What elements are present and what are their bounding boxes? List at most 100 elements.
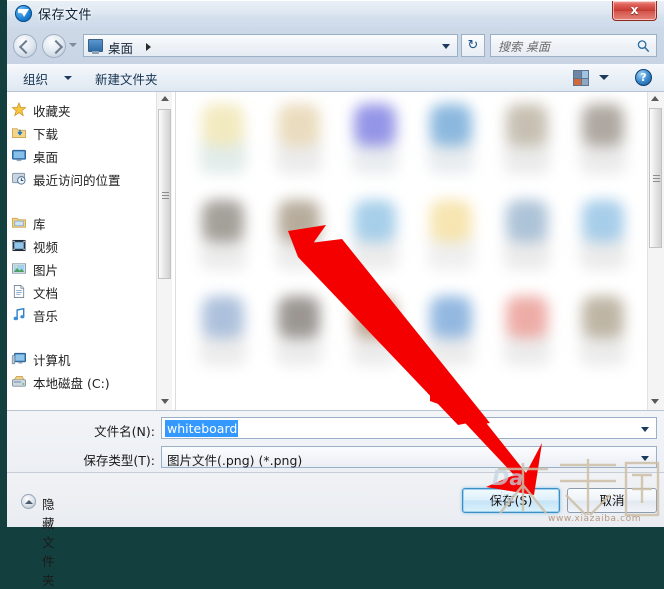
- document-page-icon: [13, 284, 25, 299]
- grip-line: [653, 175, 660, 176]
- thumbnail-image: [506, 296, 548, 338]
- chevron-down-icon[interactable]: [64, 76, 72, 80]
- filename-chevron-down-icon[interactable]: [641, 427, 649, 432]
- search-input[interactable]: 搜索 桌面: [490, 34, 657, 57]
- organize-menu-button[interactable]: 组织: [23, 69, 48, 88]
- help-question-icon[interactable]: ?: [635, 69, 652, 86]
- save-form: 文件名(N): whiteboard 保存类型(T): 图片文件(.png) (…: [7, 410, 664, 472]
- collapse-up-icon: [21, 494, 36, 509]
- app-title-icon: [15, 5, 32, 22]
- downloads-folder-icon: [12, 128, 26, 139]
- filename-value[interactable]: whiteboard: [165, 420, 239, 437]
- view-cell: [574, 78, 581, 85]
- file-thumbnail[interactable]: [186, 290, 262, 386]
- view-dropdown-chevron-down-icon[interactable]: [599, 75, 609, 80]
- thumbnail-image: [278, 296, 320, 338]
- address-bar[interactable]: 桌面: [83, 34, 458, 57]
- sidebar-scrollbar-thumb[interactable]: [158, 109, 171, 279]
- filetype-value: 图片文件(.png) (*.png): [167, 453, 303, 468]
- file-thumbnail[interactable]: [566, 194, 642, 290]
- file-thumbnail[interactable]: [338, 194, 414, 290]
- grip-line: [653, 178, 660, 179]
- desktop-monitor-icon: [12, 149, 26, 162]
- cancel-button[interactable]: 取消: [567, 488, 657, 513]
- refresh-button[interactable]: ↻: [461, 34, 485, 57]
- pictures-image-icon: [12, 263, 26, 274]
- thumbnail-image: [202, 104, 244, 146]
- back-arrow-icon: [18, 39, 34, 55]
- file-thumbnail-grid[interactable]: [186, 98, 644, 410]
- filetype-select[interactable]: 图片文件(.png) (*.png): [161, 446, 657, 468]
- grip-line: [162, 195, 169, 196]
- watermark-site-label: www.xiazaiba.com: [548, 514, 642, 524]
- sidebar-item-label: 桌面: [33, 150, 59, 165]
- file-thumbnail[interactable]: [186, 98, 262, 194]
- music-note-icon: [13, 307, 25, 321]
- file-list-pane[interactable]: [175, 92, 664, 410]
- thumbnail-image: [430, 296, 472, 338]
- file-thumbnail[interactable]: [414, 194, 490, 290]
- filepane-scroll-down-arrow-icon[interactable]: [651, 399, 659, 404]
- thumbnail-image: [202, 200, 244, 242]
- file-thumbnail[interactable]: [338, 98, 414, 194]
- title-bar[interactable]: 保存文件 x: [7, 0, 664, 28]
- file-thumbnail[interactable]: [262, 290, 338, 386]
- thumbnail-image: [506, 200, 548, 242]
- thumbnail-image: [278, 200, 320, 242]
- thumbnail-image: [430, 104, 472, 146]
- forward-button[interactable]: [42, 34, 66, 58]
- file-thumbnail[interactable]: [566, 98, 642, 194]
- file-thumbnail[interactable]: [262, 98, 338, 194]
- file-thumbnail[interactable]: [414, 290, 490, 386]
- file-thumbnail[interactable]: [414, 98, 490, 194]
- chevron-right-icon[interactable]: [146, 43, 151, 51]
- close-button[interactable]: x: [612, 1, 657, 21]
- search-icon: [637, 40, 650, 53]
- filename-label: 文件名(N):: [94, 424, 155, 439]
- history-dropdown-icon[interactable]: [69, 43, 77, 47]
- breadcrumb-desktop[interactable]: 桌面: [108, 38, 133, 57]
- file-thumbnail[interactable]: [262, 194, 338, 290]
- sidebar-item-label: 库: [33, 217, 46, 232]
- filename-input[interactable]: whiteboard: [161, 417, 657, 439]
- file-thumbnail[interactable]: [490, 290, 566, 386]
- desktop-monitor-icon: [88, 39, 103, 54]
- sidebar-item-label: 下载: [33, 127, 59, 142]
- new-folder-button[interactable]: 新建文件夹: [95, 69, 158, 88]
- thumbnail-image: [506, 104, 548, 146]
- filetype-chevron-down-icon[interactable]: [641, 456, 649, 461]
- chevron-down-icon[interactable]: [442, 44, 450, 49]
- save-button[interactable]: 保存(S): [462, 488, 560, 513]
- view-grid-icon[interactable]: [573, 70, 589, 86]
- recent-places-icon: [12, 172, 26, 185]
- grip-line: [162, 198, 169, 199]
- thumbnail-image: [202, 296, 244, 338]
- sidebar-item-label: 最近访问的位置: [33, 173, 121, 188]
- file-thumbnail[interactable]: [338, 290, 414, 386]
- sidebar-item-label: 收藏夹: [33, 104, 71, 119]
- library-folder-icon: [12, 217, 26, 228]
- file-thumbnail[interactable]: [186, 194, 262, 290]
- sidebar-scroll-down-arrow-icon[interactable]: [161, 399, 169, 404]
- star-icon: [11, 102, 27, 117]
- filepane-scrollbar-thumb[interactable]: [649, 108, 662, 248]
- file-thumbnail[interactable]: [490, 194, 566, 290]
- thumbnail-image: [582, 296, 624, 338]
- navigation-sidebar[interactable]: 收藏夹 下载 桌面 最近访问的位置 库 视频 图片 文档 音乐 计算机 本地磁盘…: [7, 92, 175, 410]
- file-thumbnail[interactable]: [566, 290, 642, 386]
- save-file-dialog: 保存文件 x 桌面 ↻ 搜索 桌面 组织 新建文件夹 ? 收藏夹 下载 桌面 最…: [7, 0, 664, 588]
- window-title: 保存文件: [38, 8, 93, 23]
- navigation-bar: 桌面 ↻ 搜索 桌面: [7, 28, 664, 64]
- thumbnail-image: [582, 200, 624, 242]
- view-cell: [581, 71, 588, 78]
- sidebar-scroll-up-arrow-icon[interactable]: [161, 96, 169, 101]
- sidebar-item-label: 图片: [33, 263, 59, 278]
- view-cell: [574, 71, 581, 78]
- filepane-scroll-up-arrow-icon[interactable]: [651, 96, 659, 101]
- back-button[interactable]: [13, 34, 37, 58]
- grip-line: [162, 192, 169, 193]
- video-film-icon: [12, 239, 26, 252]
- computer-icon: [11, 352, 26, 365]
- sidebar-item-label: 计算机: [33, 353, 71, 368]
- file-thumbnail[interactable]: [490, 98, 566, 194]
